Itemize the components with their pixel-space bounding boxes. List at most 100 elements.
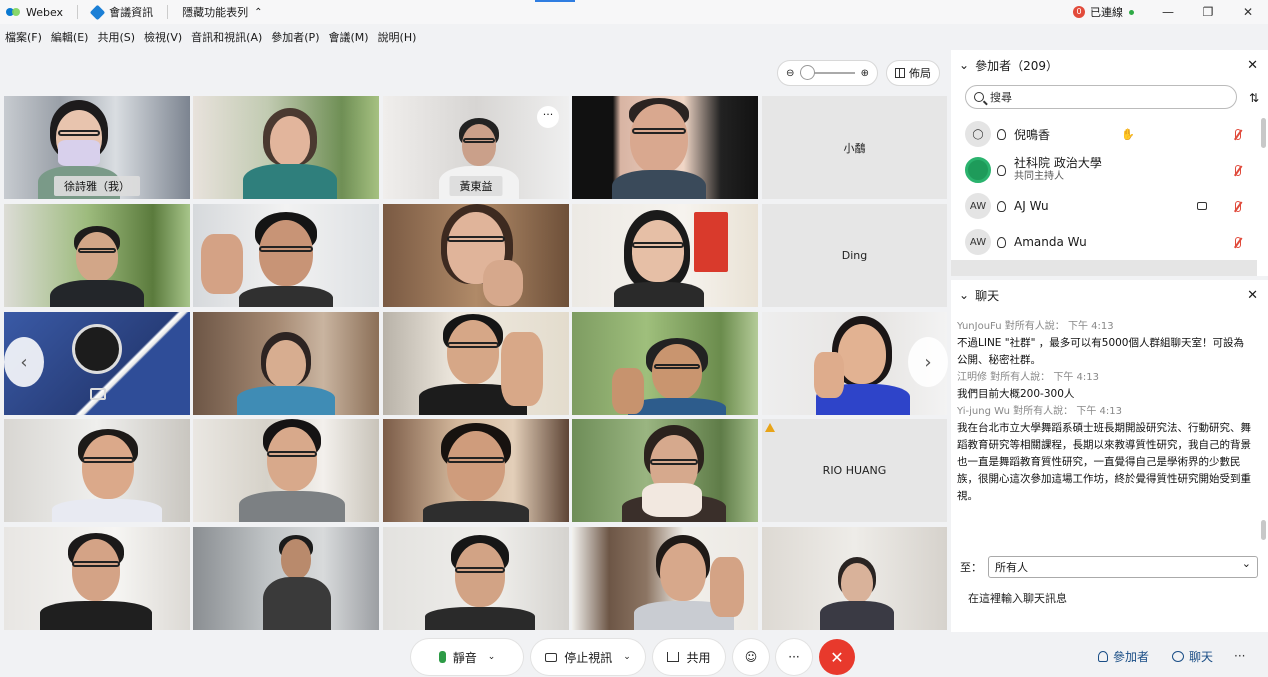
webex-logo-icon [6,7,20,17]
meeting-info-icon[interactable] [89,4,106,20]
video-tile[interactable] [193,312,379,415]
chat-message-meta: Yi-jung Wu 對所有人說： 下午 4:13 [957,406,1122,417]
menu-view[interactable]: 檢視(V) [144,29,182,45]
person-face [660,543,706,601]
share-button[interactable]: 共用 [653,639,725,675]
participants-toggle-button[interactable]: 參加者 [1098,641,1149,671]
participant-name: 小鷸 [843,141,866,155]
zoom-in-icon[interactable]: ⊕ [861,68,869,79]
chat-scrollbar[interactable] [1261,520,1266,540]
video-tile[interactable] [572,204,758,307]
video-tile[interactable] [4,527,190,630]
panel-more-button[interactable]: ··· [1234,641,1245,671]
video-tile[interactable] [383,312,569,415]
participant-row[interactable] [951,260,1257,276]
previous-page-button[interactable]: ‹ [4,337,44,387]
chat-input[interactable]: 在這裡輸入聊天訊息 [968,590,1067,606]
more-options-button[interactable]: ··· [537,106,559,128]
video-tile-self[interactable]: 徐詩雅（我） [4,96,190,199]
zoom-slider[interactable] [800,65,855,80]
restore-button[interactable]: ❐ [1188,5,1228,19]
menu-help[interactable]: 說明(H) [378,29,417,45]
video-tile[interactable]: ··· 黃東益 [383,96,569,199]
reactions-button[interactable]: ☺ [733,639,769,675]
chevron-down-icon[interactable]: ⌄ [488,652,496,662]
connection-badge: 0 [1073,6,1085,18]
chat-toggle-button[interactable]: 聊天 [1172,641,1213,671]
hand [483,260,523,306]
mute-button[interactable]: 靜音 ⌄ [411,639,523,675]
participant-name: 社科院 政治大學 [1014,156,1102,170]
leave-meeting-button[interactable]: ✕ [819,639,855,675]
participant-row[interactable]: 社科院 政治大學 共同主持人 [951,152,1257,188]
chevron-up-icon[interactable]: ⌃ [254,7,262,18]
person-face [281,539,311,579]
chevron-down-icon[interactable]: ⌄ [623,652,631,662]
muted-mic-icon[interactable] [1235,128,1241,140]
stop-video-button[interactable]: 停止視訊 ⌄ [531,639,645,675]
person-face [632,220,684,282]
video-tile[interactable] [4,204,190,307]
person-body [50,280,144,307]
video-tile[interactable] [383,527,569,630]
next-page-button[interactable]: › [908,337,948,387]
participants-scrollbar[interactable] [1261,118,1266,148]
zoom-out-icon[interactable]: ⊖ [786,68,794,79]
glasses [632,242,684,248]
video-tile[interactable] [193,204,379,307]
glasses [267,451,317,457]
person-face [462,124,496,166]
video-tile[interactable] [572,527,758,630]
sort-icon[interactable]: ⇅ [1249,91,1259,105]
chevron-down-icon[interactable]: ⌄ [959,288,969,302]
video-tile[interactable] [572,419,758,522]
minimize-button[interactable]: — [1148,5,1188,19]
menu-audio-video[interactable]: 音訊和視訊(A) [191,29,262,45]
video-tile[interactable] [572,96,758,199]
video-tile[interactable] [193,527,379,630]
layout-button[interactable]: 佈局 [886,60,940,86]
hide-menu-bar-button[interactable]: 隱藏功能表列 [182,4,248,20]
participant-row[interactable]: AW AJ Wu [951,188,1257,224]
recipient-select[interactable]: 所有人 [988,556,1258,578]
close-participants-button[interactable]: ✕ [1247,58,1258,73]
muted-mic-icon[interactable] [1235,200,1241,212]
connected-dot-icon [1129,9,1134,15]
chat-recipient-row: 至： 所有人 [960,556,1258,578]
video-tile[interactable] [383,204,569,307]
chat-message-meta: YunJouFu 對所有人說： 下午 4:13 [957,321,1114,332]
muted-mic-icon[interactable] [1235,236,1241,248]
chevron-down-icon[interactable]: ⌄ [959,58,969,72]
muted-mic-icon[interactable] [1235,164,1241,176]
close-chat-button[interactable]: ✕ [1247,288,1258,303]
video-tile[interactable] [193,419,379,522]
video-tile[interactable] [572,312,758,415]
menu-share[interactable]: 共用(S) [97,29,135,45]
participant-name: 倪鳴香 [1014,127,1051,142]
person-body [243,164,337,199]
menu-participants[interactable]: 參加者(P) [271,29,319,45]
glasses [650,459,698,465]
stop-video-label: 停止視訊 [564,650,613,665]
menu-meeting[interactable]: 會議(M) [328,29,368,45]
audio-connected-icon [997,200,1006,212]
participant-search-input[interactable]: 搜尋 [965,85,1237,109]
person-face [455,543,505,607]
participant-row[interactable]: AW Amanda Wu [951,224,1257,260]
video-tile-no-video[interactable]: Ding [762,204,947,307]
video-tile[interactable] [193,96,379,199]
person-face [841,563,873,603]
video-tile[interactable] [4,419,190,522]
menu-file[interactable]: 檔案(F) [5,29,42,45]
person-face [447,431,505,501]
zoom-slider-knob[interactable] [800,65,816,80]
video-tile[interactable] [383,419,569,522]
video-tile-no-video[interactable]: 小鷸 [762,96,947,199]
meeting-info-button[interactable]: 會議資訊 [109,4,153,20]
menu-edit[interactable]: 編輯(E) [51,29,89,45]
video-tile[interactable] [762,527,947,630]
participant-row[interactable]: ◯ 倪鳴香 ✋ [951,116,1257,152]
video-tile-no-video[interactable]: RIO HUANG [762,419,947,522]
more-options-button[interactable]: ··· [776,639,812,675]
close-window-button[interactable]: ✕ [1228,5,1268,19]
